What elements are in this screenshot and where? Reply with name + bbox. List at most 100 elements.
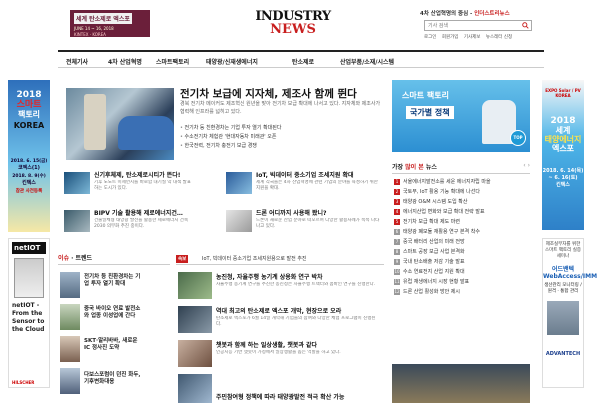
site-logo[interactable]: INDUSTRY NEWS bbox=[254, 10, 332, 40]
issue-trend-header: 이슈 · 트렌드 bbox=[58, 253, 170, 265]
issue-thumbnail[interactable] bbox=[60, 272, 80, 298]
login-link[interactable]: 로그인 bbox=[424, 35, 436, 40]
news-desc: 건물일체형 태양광 발전을 활용한 제로에너지 건축 2030 의무화 추진 중… bbox=[94, 218, 189, 229]
banner-venue: KINTEX · KOREA bbox=[74, 32, 106, 37]
tagline: 4차 산업혁명의 중심 - 인더스트리뉴스 bbox=[420, 9, 510, 17]
popular-item[interactable]: 12 드론 산업 활성화 방안 제시 bbox=[394, 288, 530, 298]
left-ad-netiot[interactable]: netIOT netIOT - From the Sensor to the C… bbox=[8, 238, 50, 388]
related-link[interactable]: 한국전력, 전기차 충전기 보급 경쟁 bbox=[180, 142, 384, 151]
popular-item[interactable]: 8 스마트 공장 보급 사업 본격화 bbox=[394, 248, 530, 258]
report-link[interactable]: 기사제보 bbox=[464, 35, 481, 40]
issue-thumbnail[interactable] bbox=[60, 368, 80, 394]
headline-related-list: 전기차 등 친환경차는 기업 투자 열기 확대된다 수소전기차 체험관 '현대자… bbox=[180, 124, 384, 151]
right-ad-advantech[interactable]: 제조실무자를 위한 스마트 팩토리 실증 세미나 어드밴텍 WebAccess/… bbox=[542, 238, 597, 388]
popular-item-title: 수소 연료전지 산업 지원 확대 bbox=[403, 269, 465, 275]
popular-nav-arrows-icon[interactable]: ‹ › bbox=[523, 162, 530, 169]
popular-item[interactable]: 1 서울에너지발전소를 세운 에너지자립 마을 bbox=[394, 178, 530, 188]
ad-photo bbox=[547, 301, 579, 335]
news-desc: 인공지능 기반 챗봇이 가정에서 일상생활을 돕는 역할을 하고 있다. bbox=[216, 350, 341, 355]
headline-image[interactable] bbox=[66, 88, 174, 160]
right-bottom-photo[interactable] bbox=[392, 364, 530, 403]
news-title[interactable]: 주민참여형 정책에 따라 태양광발전 적극 확산 가능 bbox=[216, 392, 376, 401]
news-thumbnail[interactable] bbox=[178, 340, 212, 367]
related-link[interactable]: 전기차 등 친환경차는 기업 투자 열기 확대된다 bbox=[180, 124, 384, 133]
ad-title-2: 태양에너지 bbox=[544, 135, 582, 144]
top-badge: TOP bbox=[510, 130, 526, 146]
popular-item[interactable]: 5 전기차 보급 확대 제도 마련 bbox=[394, 218, 530, 228]
nav-all-articles[interactable]: 전체기사 bbox=[66, 57, 88, 66]
ad-date: 2018. 6. 14(목) ~ 6. 16(토) bbox=[542, 168, 584, 181]
popular-item[interactable]: 4 에너지산업 변화와 보급 확대 전략 발표 bbox=[394, 208, 530, 218]
search-input[interactable] bbox=[425, 21, 521, 30]
news-title[interactable]: 드론 어디까지 사용해 봤니? bbox=[256, 208, 382, 217]
popular-item[interactable]: 7 중국 배터리 산업의 미래 전망 bbox=[394, 238, 530, 248]
ad-seminar-text: 제조실무자를 위한 스마트 팩토리 실증 세미나 bbox=[545, 242, 581, 259]
search-icon[interactable] bbox=[522, 22, 529, 29]
charger-shape bbox=[84, 94, 106, 150]
nav-parts[interactable]: 산업부품/소재/시스템 bbox=[340, 57, 394, 66]
breaking-ticker[interactable]: IoT, 빅데이터 중소기업 조세지원용으로 발전 추진 bbox=[202, 255, 307, 262]
popular-item-title: 국내 탄소배출 저감 기술 발표 bbox=[403, 259, 465, 265]
popular-item-title: 드론 산업 활성화 방안 제시 bbox=[403, 289, 460, 295]
news-title[interactable]: 역대 최고의 탄소제로 엑스포 개막, 현장으로 오라 bbox=[216, 306, 376, 315]
issue-title[interactable]: 전기차 등 친환경차는 기업 투자 열기 확대 bbox=[84, 274, 144, 288]
news-title[interactable]: BIPV 기술 활용해 제로에너지건… bbox=[94, 208, 194, 217]
popular-item[interactable]: 3 태양광 O&M 시스템 도입 확산 bbox=[394, 198, 530, 208]
top-banner-ad[interactable]: 세계 탄소제로 엑스포 JUNE 14 ~ 16, 2018 KINTEX · … bbox=[70, 10, 150, 37]
popular-item-title: 유럽 재생에너지 시장 현황 발표 bbox=[403, 279, 470, 285]
news-thumbnail[interactable] bbox=[226, 172, 252, 194]
popular-item-title: 전기차 보급 확대 제도 마련 bbox=[403, 219, 460, 225]
news-title[interactable]: 신기후체제, 탄소제로시티가 뜬다! bbox=[94, 170, 194, 179]
popular-item[interactable]: 11 유럽 재생에너지 시장 현황 발표 bbox=[394, 278, 530, 288]
left-ad-smart-factory[interactable]: 2018 스마트 팩토리 KOREA 2018. 6. 15(금) 코엑스(1)… bbox=[8, 80, 50, 232]
right-ad-solar-expo[interactable]: EXPO Solar / PV KOREA 2018 세계 태양에너지 엑스포 … bbox=[542, 80, 584, 230]
issue-thumbnail[interactable] bbox=[60, 336, 80, 362]
news-title[interactable]: IoT, 빅데이터 중소기업 조세지원 확대 bbox=[256, 170, 382, 179]
news-title[interactable]: 챗봇과 함께 하는 일상생활, 챗봇과 같다 bbox=[216, 340, 376, 349]
feature-title: 스마트 팩토리 bbox=[402, 91, 449, 100]
ad-sub: 생산관리 모니터링 / 원격 · 통합 관리 bbox=[544, 283, 582, 294]
news-thumbnail[interactable] bbox=[178, 306, 212, 333]
nav-solar[interactable]: 태양광/신재생에너지 bbox=[206, 57, 258, 66]
popular-item[interactable]: 6 태양광 폐모듈 재활용 연구 본격 착수 bbox=[394, 228, 530, 238]
news-thumbnail[interactable] bbox=[178, 272, 212, 299]
popular-item[interactable]: 2 국토부, IoT 활용 기능 확대에 나선다 bbox=[394, 188, 530, 198]
popular-item-title: 태양광 O&M 시스템 도입 확산 bbox=[403, 199, 468, 205]
popular-news-header: 가장 많이 본 뉴스 ‹ › bbox=[392, 162, 530, 174]
issue-title[interactable]: SKT·알리바바, 새로운 IC 정사진 도약 bbox=[84, 338, 144, 352]
signup-link[interactable]: 회원가입 bbox=[442, 35, 459, 40]
newsletter-link[interactable]: 뉴스레터 신청 bbox=[486, 35, 512, 40]
banner-title: 세계 탄소제로 엑스포 bbox=[74, 13, 132, 24]
car-shape bbox=[118, 116, 174, 150]
ad-venue: 코엑스(1) bbox=[18, 165, 40, 171]
news-thumbnail[interactable] bbox=[226, 210, 252, 232]
popular-head-post: 뉴스 bbox=[423, 164, 437, 171]
nav-smart-factory[interactable]: 스마트팩토리 bbox=[156, 57, 189, 66]
popular-item-title: 중국 배터리 산업의 미래 전망 bbox=[403, 239, 465, 245]
news-thumbnail[interactable] bbox=[64, 210, 90, 232]
issue-title[interactable]: 다보스포럼이 던진 화두, 기후변화대응 bbox=[84, 372, 144, 386]
advantech-logo: ADVANTECH bbox=[545, 351, 581, 357]
ad-title-1: 스마트 bbox=[16, 100, 42, 110]
popular-item[interactable]: 9 국내 탄소배출 저감 기술 발표 bbox=[394, 258, 530, 268]
headline-summary: 경북 전기차 메이커도 제조혁신 원년을 맞아 전기차 보급 확대에 나서고 있… bbox=[180, 101, 381, 115]
popular-item-title: 스마트 공장 보급 사업 본격화 bbox=[403, 249, 465, 255]
issue-thumbnail[interactable] bbox=[60, 304, 80, 330]
popular-item[interactable]: 10 수소 연료전지 산업 지원 확대 bbox=[394, 268, 530, 278]
logo-news: NEWS bbox=[270, 22, 316, 37]
ad-logo: EXPO Solar / PV KOREA bbox=[545, 88, 581, 98]
nav-carbon-zero[interactable]: 탄소제로 bbox=[292, 57, 314, 66]
issue-label: 이슈 bbox=[58, 255, 70, 262]
smart-factory-policy-banner[interactable]: 스마트 팩토리 국가별 정책 TOP bbox=[392, 80, 530, 152]
related-link[interactable]: 수소전기차 체험관 '현대자동차 미래관' 오픈 bbox=[180, 133, 384, 142]
issue-title[interactable]: 중국 바이오 연료 발전소와 업종 이성업에 간다 bbox=[84, 306, 144, 320]
headline-title[interactable]: 전기차 보급에 지자체, 제조사 함께 뛴다 bbox=[180, 86, 357, 101]
news-thumbnail[interactable] bbox=[64, 172, 90, 194]
tagline-brand: 인더스트리뉴스 bbox=[474, 11, 510, 17]
search-box bbox=[424, 20, 532, 31]
news-title[interactable]: 농진청, 자율주행 농기계 상용화 연구 박차 bbox=[216, 272, 376, 281]
nav-4th-industry[interactable]: 4차 산업혁명 bbox=[108, 57, 142, 66]
hilscher-logo: HILSCHER bbox=[12, 380, 35, 385]
feature-subtitle: 국가별 정책 bbox=[406, 106, 454, 119]
news-thumbnail[interactable] bbox=[178, 374, 212, 403]
